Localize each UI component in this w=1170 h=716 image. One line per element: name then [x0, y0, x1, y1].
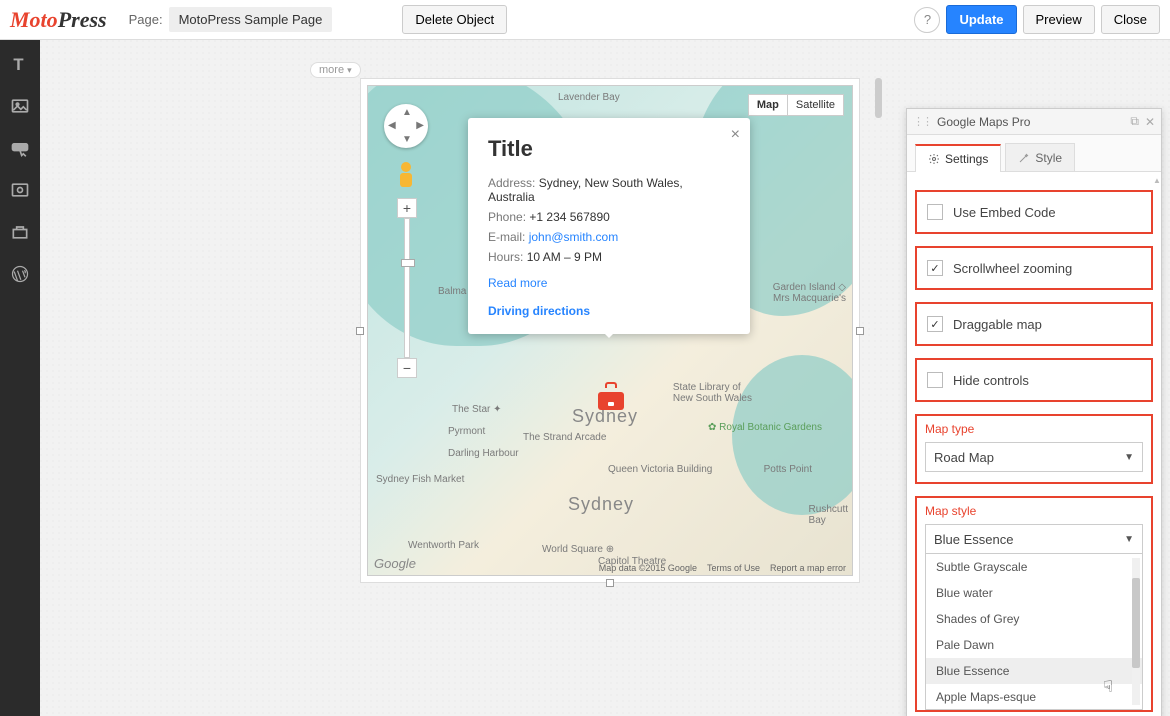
terms-link[interactable]: Terms of Use [707, 563, 760, 573]
tab-settings[interactable]: Settings [915, 144, 1001, 172]
map-label: Potts Point [764, 464, 812, 475]
update-button[interactable]: Update [946, 5, 1016, 34]
map-info-window: × Title Address: Sydney, New South Wales… [468, 118, 750, 334]
map-label: Lavender Bay [558, 92, 620, 103]
help-button[interactable]: ? [914, 7, 940, 33]
info-email-link[interactable]: john@smith.com [529, 230, 619, 244]
button-tool-icon[interactable] [8, 136, 32, 160]
left-toolbar: T [0, 40, 40, 716]
map-label: Garden Island ◇ Mrs Macquarie's [773, 282, 846, 304]
close-button[interactable]: Close [1101, 5, 1160, 34]
map-label: The Star ✦ [452, 404, 502, 415]
map-label: The Strand Arcade [523, 432, 606, 443]
wordpress-tool-icon[interactable] [8, 262, 32, 286]
map-label: Balma [438, 286, 466, 297]
style-option[interactable]: Shades of Grey [926, 606, 1142, 632]
preview-button[interactable]: Preview [1023, 5, 1095, 34]
image-tool-icon[interactable] [8, 94, 32, 118]
resize-handle-left[interactable] [356, 327, 364, 335]
option-embed-code[interactable]: Use Embed Code [915, 190, 1153, 234]
map-city-label: Sydney [568, 494, 634, 515]
style-option[interactable]: Pale Dawn [926, 632, 1142, 658]
resize-handle-bottom[interactable] [606, 579, 614, 587]
wand-icon [1018, 152, 1030, 164]
option-scrollwheel[interactable]: Scrollwheel zooming [915, 246, 1153, 290]
page-label: Page: [129, 12, 163, 27]
map-label: Queen Victoria Building [608, 464, 712, 475]
checkbox-scrollwheel[interactable] [927, 260, 943, 276]
info-close-icon[interactable]: × [731, 126, 740, 144]
style-option[interactable]: Blue water [926, 580, 1142, 606]
map-label: State Library of New South Wales [673, 382, 752, 404]
map-pan-control[interactable]: ▲▼◀▶ [384, 104, 428, 148]
settings-panel: ⋮⋮ Google Maps Pro ⧉ ✕ Settings Style Us… [906, 108, 1162, 716]
option-draggable[interactable]: Draggable map [915, 302, 1153, 346]
panel-tabs: Settings Style [907, 135, 1161, 172]
more-tag[interactable]: more [310, 62, 361, 78]
checkbox-draggable[interactable] [927, 316, 943, 332]
map-type-switch: Map Satellite [748, 94, 844, 116]
map-type-select[interactable]: Road Map ▼ [925, 442, 1143, 472]
directions-link[interactable]: Driving directions [488, 304, 730, 318]
map-label: Rushcutt Bay [809, 504, 848, 526]
editor-canvas[interactable]: more Lavender Bay Kurra Balma Pyrmont Da… [40, 40, 1170, 716]
checkbox-hide-controls[interactable] [927, 372, 943, 388]
widget-tool-icon[interactable] [8, 220, 32, 244]
media-tool-icon[interactable] [8, 178, 32, 202]
page-name-field[interactable]: MotoPress Sample Page [169, 7, 333, 32]
map-style-select[interactable]: Blue Essence ▼ [925, 524, 1143, 554]
map-attribution: Map data ©2015 Google Terms of Use Repor… [599, 563, 846, 573]
report-link[interactable]: Report a map error [770, 563, 846, 573]
chevron-down-icon: ▼ [1124, 534, 1134, 545]
panel-header[interactable]: ⋮⋮ Google Maps Pro ⧉ ✕ [907, 109, 1161, 135]
map-zoom-control: + − [397, 198, 417, 378]
panel-expand-icon[interactable]: ⧉ [1130, 114, 1139, 129]
zoom-out-button[interactable]: − [397, 358, 417, 378]
panel-body: Use Embed Code Scrollwheel zooming Dragg… [907, 172, 1161, 716]
map-label: World Square ⊕ [542, 544, 614, 555]
map-marker-icon[interactable] [598, 382, 624, 404]
map-label: Pyrmont [448, 426, 485, 437]
map-container[interactable]: Lavender Bay Kurra Balma Pyrmont Darling… [367, 85, 853, 576]
canvas-scrollbar[interactable] [875, 78, 882, 118]
map-type-satellite[interactable]: Satellite [788, 95, 843, 115]
drag-grip-icon[interactable]: ⋮⋮ [913, 115, 931, 128]
app-logo: MotoPress [10, 7, 107, 33]
map-label: ✿ Royal Botanic Gardens [708, 422, 822, 433]
panel-scroll-up-icon[interactable] [1153, 178, 1159, 190]
streetview-pegman-icon[interactable] [397, 162, 415, 190]
text-tool-icon[interactable]: T [8, 52, 32, 76]
delete-object-button[interactable]: Delete Object [402, 5, 507, 34]
google-logo: Google [374, 556, 416, 571]
panel-close-icon[interactable]: ✕ [1145, 115, 1155, 129]
map-style-dropdown: Subtle Grayscale Blue water Shades of Gr… [925, 554, 1143, 710]
dropdown-scrollbar[interactable] [1132, 558, 1140, 705]
zoom-in-button[interactable]: + [397, 198, 417, 218]
zoom-slider[interactable] [404, 218, 410, 358]
checkbox-embed[interactable] [927, 204, 943, 220]
read-more-link[interactable]: Read more [488, 276, 730, 290]
svg-text:T: T [13, 55, 23, 74]
map-type-map[interactable]: Map [749, 95, 788, 115]
gear-icon [928, 153, 940, 165]
option-map-type: Map type Road Map ▼ [915, 414, 1153, 484]
map-label: Sydney Fish Market [376, 474, 464, 485]
tab-style[interactable]: Style [1005, 143, 1075, 171]
info-title: Title [488, 136, 730, 162]
style-option[interactable]: Apple Maps-esque [926, 684, 1142, 710]
style-option[interactable]: Subtle Grayscale [926, 554, 1142, 580]
chevron-down-icon: ▼ [1124, 452, 1134, 463]
top-toolbar: MotoPress Page: MotoPress Sample Page De… [0, 0, 1170, 40]
option-hide-controls[interactable]: Hide controls [915, 358, 1153, 402]
map-block[interactable]: Lavender Bay Kurra Balma Pyrmont Darling… [360, 78, 860, 583]
map-label: Darling Harbour [448, 448, 519, 459]
map-label: Wentworth Park [408, 540, 479, 551]
panel-title: Google Maps Pro [937, 115, 1030, 129]
option-map-style: Map style Blue Essence ▼ Subtle Grayscal… [915, 496, 1153, 712]
resize-handle-right[interactable] [856, 327, 864, 335]
style-option[interactable]: Blue Essence [926, 658, 1142, 684]
